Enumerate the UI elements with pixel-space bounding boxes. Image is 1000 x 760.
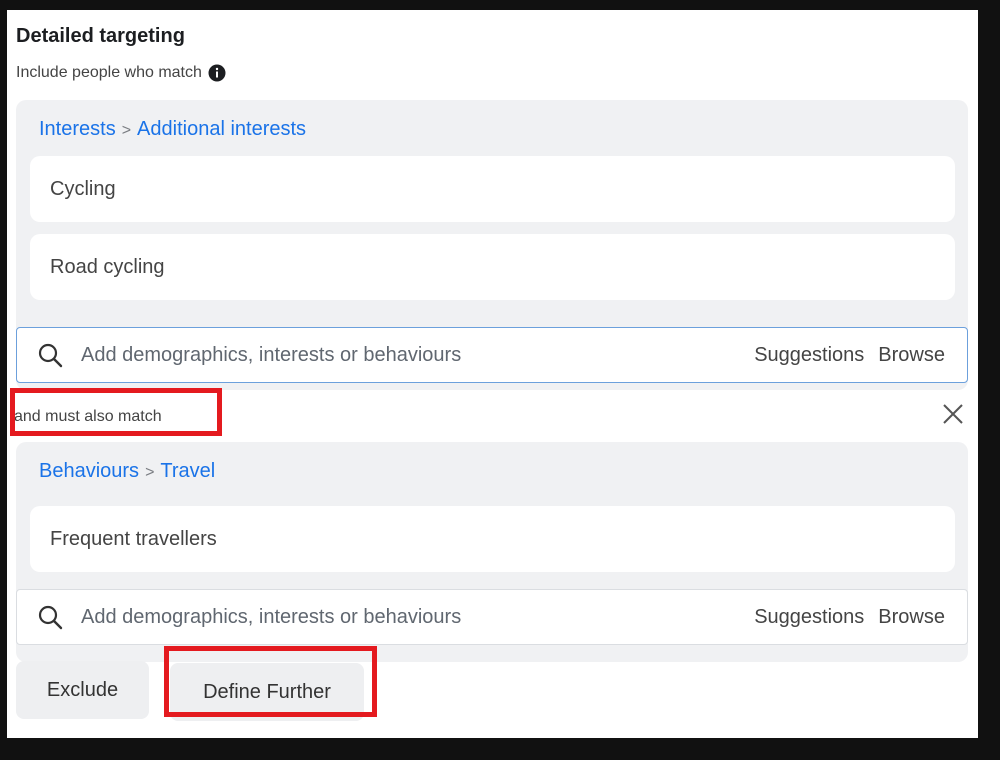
narrow-breadcrumb: Behaviours > Travel (39, 460, 215, 483)
section-title: Detailed targeting (16, 25, 185, 47)
targeting-item-frequent-travellers[interactable]: Frequent travellers (30, 506, 955, 572)
narrow-audience-label: and must also match (14, 408, 162, 425)
breadcrumb-separator: > (121, 122, 132, 139)
browse-link[interactable]: Browse (878, 606, 945, 629)
breadcrumb-travel[interactable]: Travel (160, 460, 215, 482)
frame-border-right (978, 0, 1000, 760)
breadcrumb-separator: > (145, 464, 155, 481)
targeting-item-label: Frequent travellers (50, 527, 217, 550)
define-further-button[interactable]: Define Further (170, 663, 364, 721)
suggestions-link[interactable]: Suggestions (754, 606, 864, 629)
include-search-bar: Suggestions Browse (16, 327, 968, 383)
breadcrumb-additional-interests[interactable]: Additional interests (137, 118, 306, 140)
include-subtitle: Include people who match (16, 64, 226, 82)
narrow-search-bar: Suggestions Browse (16, 589, 968, 645)
detailed-targeting-panel: Detailed targeting Include people who ma… (7, 10, 978, 738)
include-subtitle-text: Include people who match (16, 64, 202, 81)
include-breadcrumb: Interests > Additional interests (39, 118, 306, 141)
include-search-input[interactable] (79, 342, 755, 368)
narrow-search-input[interactable] (79, 604, 755, 630)
frame-border-left (0, 0, 7, 760)
close-icon[interactable] (941, 402, 965, 426)
targeting-item-cycling[interactable]: Cycling (30, 156, 955, 222)
search-icon (38, 343, 63, 368)
breadcrumb-behaviours[interactable]: Behaviours (39, 460, 139, 482)
targeting-item-label: Cycling (50, 177, 116, 200)
targeting-item-road-cycling[interactable]: Road cycling (30, 234, 955, 300)
targeting-item-label: Road cycling (50, 255, 165, 278)
breadcrumb-interests[interactable]: Interests (39, 118, 116, 140)
frame-border-top (0, 0, 1000, 10)
browse-link[interactable]: Browse (878, 344, 945, 367)
narrow-targeting-group: Behaviours > Travel Frequent travellers Su… (16, 442, 968, 662)
exclude-button[interactable]: Exclude (16, 661, 149, 719)
frame-border-bottom (0, 738, 1000, 760)
suggestions-link[interactable]: Suggestions (754, 344, 864, 367)
include-targeting-group: Interests > Additional interests Cycling R… (16, 100, 968, 390)
search-icon (38, 605, 63, 630)
info-icon[interactable] (208, 64, 226, 82)
